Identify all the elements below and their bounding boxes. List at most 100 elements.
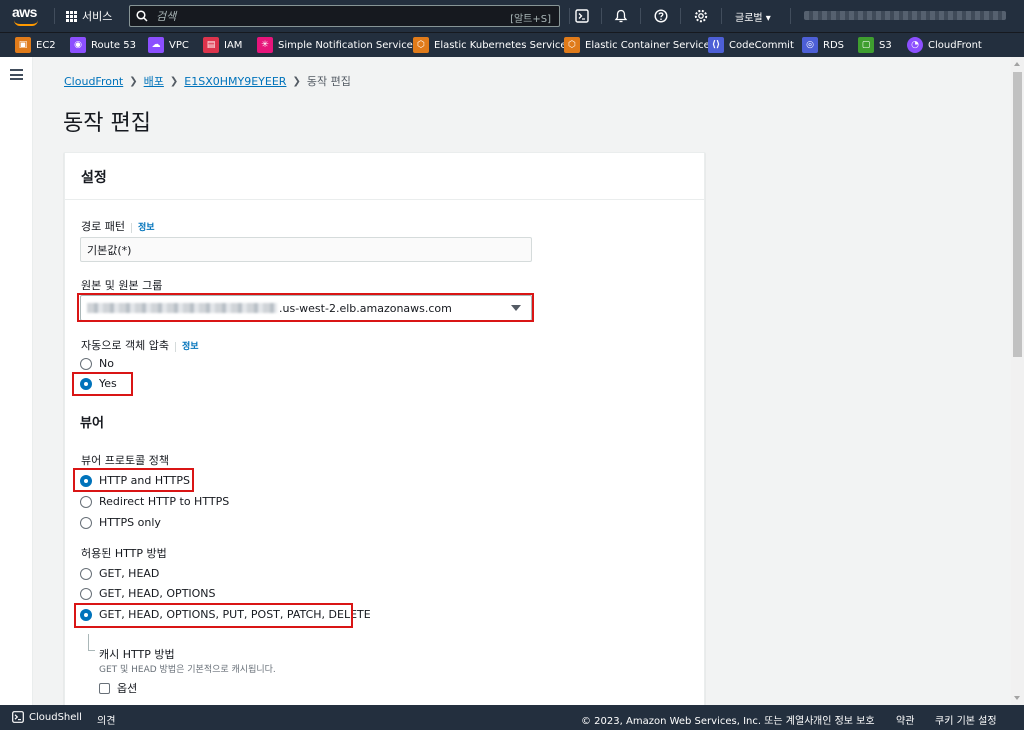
cloudfront-icon: ◔	[907, 37, 923, 53]
viewer-section-header: 뷰어	[80, 416, 104, 431]
path-pattern-label-text: 경로 패턴	[81, 220, 125, 233]
fav-route53[interactable]: ◉ Route 53	[70, 37, 136, 53]
cloudshell-button[interactable]: CloudShell	[12, 711, 82, 723]
fav-ecs[interactable]: ⬡ Elastic Container Service	[564, 37, 710, 53]
path-pattern-label: 경로 패턴 정보	[81, 218, 155, 234]
search-shortcut-hint: [알트+S]	[510, 14, 551, 25]
bell-icon[interactable]	[612, 7, 630, 25]
divider	[721, 8, 722, 24]
radio-label: HTTPS only	[99, 516, 161, 529]
chevron-right-icon: ❯	[129, 75, 138, 87]
fav-label: VPC	[169, 39, 189, 51]
menu-icon[interactable]	[10, 69, 23, 80]
allowed-methods-label: 허용된 HTTP 방법	[81, 547, 167, 560]
origin-label: 원본 및 원본 그룹	[81, 279, 163, 292]
top-nav-bar: aws 서비스 [알트+S] 글로벌 ▾	[0, 0, 1024, 32]
breadcrumb: CloudFront ❯ 배포 ❯ E1SX0HMY9EYEER ❯ 동작 편집	[64, 73, 351, 89]
aws-logo[interactable]: aws	[12, 5, 42, 27]
divider	[640, 8, 641, 24]
fav-cloudfront[interactable]: ◔ CloudFront	[907, 37, 982, 53]
gear-icon[interactable]	[692, 7, 710, 25]
fav-eks[interactable]: ⬡ Elastic Kubernetes Service	[413, 37, 567, 53]
highlight-box	[73, 468, 194, 492]
cloudshell-icon[interactable]	[573, 7, 591, 25]
region-selector[interactable]: 글로벌 ▾	[735, 9, 771, 24]
aws-logo-text: aws	[12, 4, 37, 20]
info-link[interactable]: 정보	[174, 342, 199, 352]
settings-header: 설정	[65, 153, 704, 200]
fav-s3[interactable]: ▢ S3	[858, 37, 892, 53]
methods-get-head-options-radio[interactable]: GET, HEAD, OPTIONS	[80, 587, 216, 600]
side-navigation-rail	[0, 57, 33, 705]
compress-label: 자동으로 객체 압축 정보	[81, 337, 199, 353]
fav-vpc[interactable]: ☁ VPC	[148, 37, 189, 53]
iam-icon: ▤	[203, 37, 219, 53]
fav-ec2[interactable]: ▣ EC2	[15, 37, 56, 53]
radio-icon	[80, 587, 92, 600]
help-icon[interactable]	[652, 7, 670, 25]
services-label: 서비스	[82, 10, 113, 23]
page-scrollbar[interactable]	[1011, 57, 1024, 705]
account-menu[interactable]	[804, 11, 1006, 20]
radio-icon	[80, 495, 92, 508]
cloudshell-icon	[12, 711, 24, 723]
favorites-bar: ▣ EC2 ◉ Route 53 ☁ VPC ▤ IAM ✳ Simple No…	[0, 32, 1024, 57]
highlight-box	[72, 372, 133, 396]
viewer-protocol-label: 뷰어 프로토콜 정책	[81, 454, 169, 467]
privacy-link[interactable]: 개인 정보 보호	[813, 712, 875, 727]
fav-label: CloudFront	[928, 39, 982, 51]
compress-no-radio[interactable]: No	[80, 357, 114, 370]
divider	[790, 8, 791, 24]
checkbox-label: 옵션	[117, 682, 138, 695]
eks-icon: ⬡	[413, 37, 429, 53]
radio-label: Redirect HTTP to HTTPS	[99, 495, 230, 508]
s3-icon: ▢	[858, 37, 874, 53]
cache-options-checkbox[interactable]: 옵션	[99, 680, 137, 696]
cloudshell-label: CloudShell	[29, 711, 82, 723]
compress-label-text: 자동으로 객체 압축	[81, 339, 169, 352]
divider	[569, 8, 570, 24]
fav-label: IAM	[224, 39, 243, 51]
fav-codecommit[interactable]: ⟨⟩ CodeCommit	[708, 37, 794, 53]
path-pattern-field[interactable]: 기본값(*)	[80, 237, 532, 262]
console-footer: CloudShell 의견 © 2023, Amazon Web Service…	[0, 705, 1024, 730]
settings-panel: 설정	[64, 152, 705, 712]
scroll-up-icon[interactable]	[1014, 62, 1020, 66]
breadcrumb-cloudfront[interactable]: CloudFront	[64, 75, 123, 88]
fav-label: CodeCommit	[729, 39, 794, 51]
copyright-text: © 2023, Amazon Web Services, Inc. 또는 계열사…	[581, 716, 817, 727]
feedback-link[interactable]: 의견	[97, 712, 115, 727]
cache-methods-note: GET 및 HEAD 방법은 기본적으로 캐시됩니다.	[99, 665, 276, 675]
info-link[interactable]: 정보	[130, 223, 155, 233]
tree-connector	[88, 634, 95, 651]
ec2-icon: ▣	[15, 37, 31, 53]
fav-label: Route 53	[91, 39, 136, 51]
fav-sns[interactable]: ✳ Simple Notification Service	[257, 37, 413, 53]
protocol-redirect-radio[interactable]: Redirect HTTP to HTTPS	[80, 495, 229, 508]
radio-icon	[80, 357, 92, 370]
rds-icon: ◎	[802, 37, 818, 53]
route53-icon: ◉	[70, 37, 86, 53]
search-box[interactable]: [알트+S]	[129, 5, 560, 27]
search-input[interactable]	[156, 9, 496, 23]
fav-rds[interactable]: ◎ RDS	[802, 37, 844, 53]
codecommit-icon: ⟨⟩	[708, 37, 724, 53]
terms-link[interactable]: 약관	[896, 712, 914, 727]
scrollbar-thumb[interactable]	[1013, 72, 1022, 357]
services-menu-button[interactable]: 서비스	[66, 8, 112, 24]
highlight-box	[77, 293, 534, 322]
cache-methods-label: 캐시 HTTP 방법	[99, 648, 175, 661]
vpc-icon: ☁	[148, 37, 164, 53]
protocol-https-only-radio[interactable]: HTTPS only	[80, 516, 161, 529]
fav-label: RDS	[823, 39, 844, 51]
breadcrumb-distributions[interactable]: 배포	[144, 73, 164, 89]
methods-get-head-radio[interactable]: GET, HEAD	[80, 567, 159, 580]
breadcrumb-distribution-id[interactable]: E1SX0HMY9EYEER	[184, 75, 286, 88]
fav-iam[interactable]: ▤ IAM	[203, 37, 242, 53]
scroll-down-icon[interactable]	[1014, 696, 1020, 700]
divider	[601, 8, 602, 24]
ecs-icon: ⬡	[564, 37, 580, 53]
cookie-preferences-link[interactable]: 쿠키 기본 설정	[935, 712, 997, 727]
checkbox-icon	[99, 682, 110, 694]
grid-icon	[66, 10, 77, 22]
